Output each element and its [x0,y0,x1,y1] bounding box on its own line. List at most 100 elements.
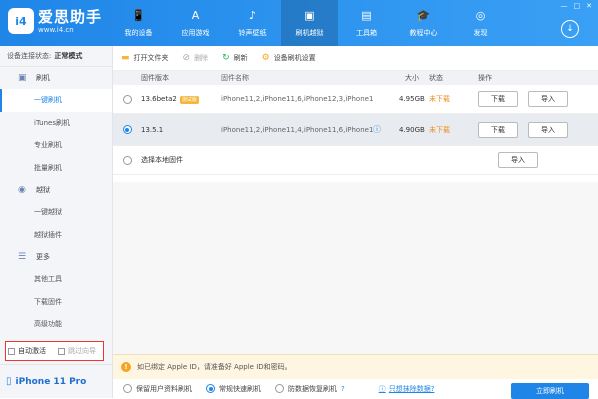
flash-settings-button[interactable]: ⚙ 设备刷机设置 [262,53,316,63]
toolbox-icon: ▤ [361,9,372,22]
nav-ringtones[interactable]: ♪ 铃声壁纸 [224,0,281,46]
window-controls: — □ ✕ [561,2,593,10]
status-label: 设备连接状态: [7,52,52,60]
header-size: 大小 [405,74,419,82]
close-button[interactable]: ✕ [586,2,592,10]
notice-text: 如已绑定 Apple ID，请准备好 Apple ID和密码。 [137,363,292,371]
auto-activate-checkbox[interactable] [8,347,15,355]
option-keep-data[interactable]: 保留用户资料刷机 [123,384,192,394]
nav-label: 我的设备 [124,28,153,37]
refresh-icon: ↻ [222,53,230,63]
firmware-size: 4.95GB [399,95,425,103]
firmware-radio[interactable] [122,94,132,104]
sidebar-item-one-click-flash[interactable]: 一键刷机 [0,89,112,112]
device-status: 设备连接状态: 正常模式 [0,46,112,67]
status-value: 正常模式 [54,52,83,60]
sidebar-item-one-click-jailbreak[interactable]: 一键越狱 [0,201,112,224]
graduation-cap-icon: 🎓 [416,9,431,22]
skip-wizard-label: 跳过向导 [68,347,96,355]
link-text: 只想抹除数据? [388,384,435,393]
header-name: 固件名称 [221,74,249,82]
phone-icon: ▯ [6,376,12,387]
nav-apps[interactable]: A 应用游戏 [167,0,224,46]
connected-device[interactable]: ▯ iPhone 11 Pro [0,364,113,398]
header-version: 固件版本 [141,74,169,82]
app-logo: i4 爱思助手 www.i4.cn [8,8,102,34]
download-manager-icon[interactable]: ↓ [561,20,579,38]
firmware-state: 未下载 [429,125,450,134]
maximize-button[interactable]: □ [574,2,581,10]
firmware-radio[interactable] [122,125,132,134]
minimize-button[interactable]: — [561,2,568,10]
sidebar: 设备连接状态: 正常模式 ▣ 刷机 一键刷机 iTunes刷机 专业刷机 批量刷机 … [0,46,113,398]
tool-label: 设备刷机设置 [273,54,316,62]
info-icon: ⓘ [378,384,386,393]
gear-icon: ⚙ [261,53,270,63]
option-fast-flash[interactable]: 常规快速刷机 [206,384,261,394]
nav-label: 应用游戏 [181,28,210,37]
fast-flash-radio[interactable] [206,384,215,393]
group-label: 越狱 [36,186,50,194]
sidebar-item-other-tools[interactable]: 其他工具 [0,268,112,291]
option-label: 保留用户资料刷机 [136,384,192,393]
device-name: iPhone 11 Pro [15,376,87,387]
flash-icon: ▣ [304,9,315,22]
download-button[interactable]: 下载 [478,121,518,138]
nav-my-device[interactable]: 📱 我的设备 [110,0,167,46]
table-row[interactable]: 13.5.1 iPhone11,2,iPhone11,4,iPhone11,6,… [113,114,598,146]
table-header: 固件版本 固件名称 大小 状态 操作 [113,71,598,85]
firmware-version: 13.6beta2 [141,95,177,103]
sidebar-item-advanced[interactable]: 高级功能 [0,313,112,336]
sidebar-item-batch-flash[interactable]: 批量刷机 [0,157,112,180]
table-row-local[interactable]: 选择本地固件 导入 [113,146,598,175]
nav-tutorials[interactable]: 🎓 教程中心 [395,0,452,46]
tool-label: 刷新 [233,54,248,62]
local-import-button[interactable]: 导入 [498,152,538,168]
sidebar-group-flash: ▣ 刷机 [0,67,112,89]
apple-id-notice: ! 如已绑定 Apple ID，请准备好 Apple ID和密码。 [113,354,598,379]
sidebar-item-pro-flash[interactable]: 专业刷机 [0,134,112,157]
delete-button[interactable]: ⊘ 删除 [183,53,209,63]
download-button[interactable]: 下载 [478,91,518,107]
toolbar: ▬ 打开文件夹 ⊘ 删除 ↻ 刷新 ⚙ 设备刷机设置 [113,46,598,71]
local-firmware-radio[interactable] [122,155,132,165]
option-anti-recovery[interactable]: 防数据恢复刷机? [275,384,345,394]
sidebar-item-jailbreak-plugins[interactable]: 越狱插件 [0,224,112,247]
erase-only-link[interactable]: ⓘ 只想抹除数据? [379,384,435,394]
tool-label: 删除 [194,54,209,62]
refresh-button[interactable]: ↻ 刷新 [222,53,248,63]
group-label: 更多 [36,253,50,261]
import-button[interactable]: 导入 [528,91,568,107]
help-icon[interactable]: ? [341,385,345,393]
nav-label: 发现 [473,28,488,37]
sidebar-item-download-firmware[interactable]: 下载固件 [0,291,112,314]
nav-label: 教程中心 [409,28,438,37]
header-state: 状态 [429,74,443,82]
auto-activate-label: 自动激活 [18,347,46,355]
sidebar-group-more: ☰ 更多 [0,246,112,268]
nav-label: 工具箱 [356,28,377,37]
compass-icon: ◎ [475,9,486,22]
tool-label: 打开文件夹 [133,54,169,62]
nav-label: 刷机越狱 [295,28,324,37]
sidebar-group-jailbreak: ◉ 越狱 [0,179,112,201]
sidebar-item-itunes-flash[interactable]: iTunes刷机 [0,112,112,135]
nav-label: 铃声壁纸 [238,28,267,37]
import-button[interactable]: 导入 [528,121,568,138]
info-icon[interactable]: ⓘ [373,124,399,135]
nav-toolbox[interactable]: ▤ 工具箱 [338,0,395,46]
firmware-name: iPhone11,2,iPhone11,6,iPhone12,3,iPhone1… [221,95,373,103]
table-row[interactable]: 13.6beta2 测试版 iPhone11,2,iPhone11,6,iPhon… [113,85,598,114]
nav-flash-jailbreak[interactable]: ▣ 刷机越狱 [281,0,338,46]
music-icon: ♪ [248,9,257,22]
menu-lines-icon: ☰ [18,252,27,262]
flash-now-button[interactable]: 立即刷机 [511,383,589,399]
firmware-name: iPhone11,2,iPhone11,4,iPhone11,6,iPhone1… [221,125,373,134]
skip-wizard-checkbox[interactable] [58,347,65,355]
flash-device-icon: ▣ [18,73,27,83]
nav-discover[interactable]: ◎ 发现 [452,0,509,46]
open-folder-button[interactable]: ▬ 打开文件夹 [121,53,169,63]
keep-data-radio[interactable] [123,384,132,393]
logo-name: 爱思助手 [38,7,103,26]
anti-recovery-radio[interactable] [275,384,284,393]
